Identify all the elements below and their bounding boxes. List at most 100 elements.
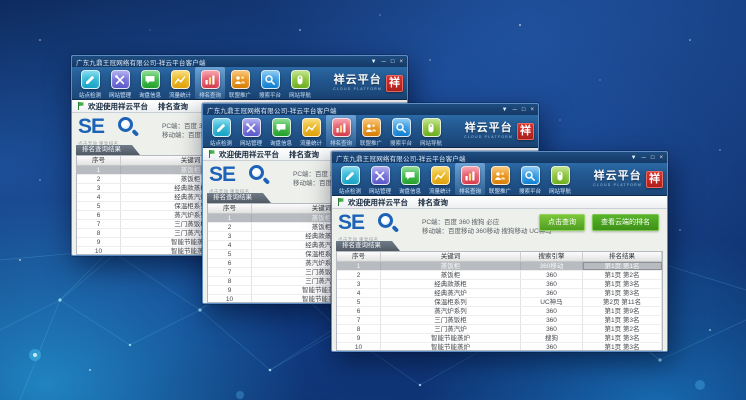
table-row[interactable]: 3 经典款蒸柜 360 第1页 第3名 bbox=[337, 280, 662, 289]
nav-search-platform[interactable]: 搜索平台 bbox=[255, 67, 285, 99]
seo-logo: SE 点击无效 重复排名 bbox=[338, 213, 416, 245]
col-header[interactable]: 关键词 bbox=[381, 252, 521, 261]
nav-site-nav[interactable]: 网站导航 bbox=[416, 115, 446, 147]
skin-button[interactable]: ▼ bbox=[631, 155, 637, 161]
nav-site-nav[interactable]: 网站导航 bbox=[285, 67, 315, 99]
nav-site-nav[interactable]: 网站导航 bbox=[545, 163, 575, 195]
table-row[interactable]: 8 三门蒸汽炉 360 第1页 第2名 bbox=[337, 325, 662, 334]
minimize-button[interactable]: ─ bbox=[382, 59, 386, 65]
brand-subtitle: CLOUD PLATFORM bbox=[464, 135, 513, 139]
nav-traffic[interactable]: 流量统计 bbox=[165, 67, 195, 99]
title-bar[interactable]: 广东九鼎王冠网络有限公司-祥云平台客户端 ▼ ─ □ × bbox=[72, 56, 407, 67]
cell-ranking: 第1页 第2名 bbox=[583, 271, 662, 279]
cell-index: 8 bbox=[77, 229, 121, 237]
cell-ranking: 第1页 第3名 bbox=[583, 334, 662, 342]
nav-ranking-active[interactable]: 排名查询 bbox=[455, 163, 485, 195]
cell-index: 10 bbox=[208, 295, 252, 303]
table-row[interactable]: 5 保温柜系列 UC神马 第2页 第11名 bbox=[337, 298, 662, 307]
table-row[interactable]: 1 蒸饭柜 360移动 第1页 第1名 bbox=[337, 262, 662, 271]
nav-promotion[interactable]: 联盟推广 bbox=[485, 163, 515, 195]
nav-inquiry[interactable]: 询盘信息 bbox=[266, 115, 296, 147]
results-tab[interactable]: 排名查询结果 bbox=[207, 193, 271, 203]
col-header[interactable]: 排名结果 bbox=[583, 252, 662, 261]
nav-label: 网站管理 bbox=[369, 186, 391, 194]
nav-traffic[interactable]: 流量统计 bbox=[296, 115, 326, 147]
brand-area: 祥云平台 CLOUD PLATFORM 祥 bbox=[464, 115, 538, 147]
title-bar[interactable]: 广东九鼎王冠网络有限公司-祥云平台客户端 ▼ ─ □ × bbox=[332, 152, 667, 163]
close-button[interactable]: × bbox=[659, 155, 663, 161]
cell-index: 8 bbox=[208, 277, 252, 285]
cloud-ranking-button[interactable]: 查看云端的排名 bbox=[592, 214, 659, 231]
nav-search-platform[interactable]: 搜索平台 bbox=[386, 115, 416, 147]
query-button[interactable]: 点击查询 bbox=[539, 214, 585, 231]
cell-engine: 360 bbox=[521, 343, 583, 351]
results-tab[interactable]: 排名查询结果 bbox=[76, 145, 140, 155]
line-chart-icon bbox=[431, 166, 450, 185]
table-row[interactable]: 6 蒸汽炉系列 360 第1页 第9名 bbox=[337, 307, 662, 316]
cell-index: 5 bbox=[208, 250, 252, 258]
table-header-row: 序号 关键词 搜索引擎 排名结果 bbox=[337, 252, 662, 262]
magnifier-logo-icon bbox=[118, 117, 137, 136]
mobile-engines: 移动端：百度移动 360移动 搜狗移动 UC神马 bbox=[422, 227, 552, 236]
nav-label: 联盟推广 bbox=[229, 90, 251, 98]
title-bar[interactable]: 广东九鼎王冠网络有限公司-祥云平台客户端 ▼ ─ □ × bbox=[203, 104, 538, 115]
close-button[interactable]: × bbox=[399, 59, 403, 65]
close-button[interactable]: × bbox=[530, 107, 534, 113]
skin-button[interactable]: ▼ bbox=[502, 107, 508, 113]
site-check-icon bbox=[212, 118, 231, 137]
nav-site-manage[interactable]: 网站管理 bbox=[105, 67, 135, 99]
nav-site-manage[interactable]: 网站管理 bbox=[236, 115, 266, 147]
table-row[interactable]: 2 蒸饭柜 360 第1页 第2名 bbox=[337, 271, 662, 280]
nav-site-check[interactable]: 站点检测 bbox=[75, 67, 105, 99]
maximize-button[interactable]: □ bbox=[651, 155, 655, 161]
nav-inquiry[interactable]: 询盘信息 bbox=[395, 163, 425, 195]
nav-promotion[interactable]: 联盟推广 bbox=[225, 67, 255, 99]
maximize-button[interactable]: □ bbox=[522, 107, 526, 113]
nav-promotion[interactable]: 联盟推广 bbox=[356, 115, 386, 147]
cell-index: 5 bbox=[77, 202, 121, 210]
nav-ranking-active[interactable]: 排名查询 bbox=[195, 67, 225, 99]
maximize-button[interactable]: □ bbox=[391, 59, 395, 65]
cell-ranking: 第1页 第9名 bbox=[583, 307, 662, 315]
table-row[interactable]: 7 三门蒸饭柜 360 第1页 第3名 bbox=[337, 316, 662, 325]
col-header[interactable]: 搜索引擎 bbox=[521, 252, 583, 261]
flag-icon bbox=[78, 102, 84, 110]
table-row[interactable]: 10 智能节能蒸炉 360 第1页 第3名 bbox=[337, 343, 662, 351]
cell-index: 6 bbox=[208, 259, 252, 267]
site-check-icon bbox=[341, 166, 360, 185]
table-row[interactable]: 4 经典蒸汽炉 360 第1页 第3名 bbox=[337, 289, 662, 298]
nav-label: 排名查询 bbox=[459, 186, 481, 194]
results-table: 序号 关键词 搜索引擎 排名结果 1 蒸饭柜 360移动 第1页 第1名 2 bbox=[336, 251, 663, 351]
nav-traffic[interactable]: 流量统计 bbox=[425, 163, 455, 195]
app-window[interactable]: 广东九鼎王冠网络有限公司-祥云平台客户端 ▼ ─ □ × 站点检测 网站管理 询… bbox=[331, 151, 668, 352]
brand-seal: 祥 bbox=[517, 123, 534, 140]
cell-ranking: 第1页 第3名 bbox=[583, 316, 662, 324]
bar-chart-icon bbox=[332, 118, 351, 137]
col-header[interactable]: 序号 bbox=[77, 156, 121, 165]
nav-search-platform[interactable]: 搜索平台 bbox=[515, 163, 545, 195]
nav-site-manage[interactable]: 网站管理 bbox=[365, 163, 395, 195]
cell-index: 2 bbox=[77, 175, 121, 183]
main-toolbar: 站点检测 网站管理 询盘信息 流量统计 排名查询 bbox=[332, 163, 667, 196]
minimize-button[interactable]: ─ bbox=[642, 155, 646, 161]
section-title: 排名查询 bbox=[418, 197, 448, 208]
window-controls: ▼ ─ □ × bbox=[502, 107, 534, 113]
skin-button[interactable]: ▼ bbox=[371, 59, 377, 65]
magnifier-icon bbox=[261, 70, 280, 89]
col-header[interactable]: 序号 bbox=[208, 204, 252, 213]
nav-site-check[interactable]: 站点检测 bbox=[206, 115, 236, 147]
nav-inquiry[interactable]: 询盘信息 bbox=[135, 67, 165, 99]
cell-index: 3 bbox=[77, 184, 121, 192]
col-header[interactable]: 序号 bbox=[337, 252, 381, 261]
nav-ranking-active[interactable]: 排名查询 bbox=[326, 115, 356, 147]
results-tab[interactable]: 排名查询结果 bbox=[336, 241, 400, 251]
minimize-button[interactable]: ─ bbox=[513, 107, 517, 113]
table-row[interactable]: 9 智能节能蒸炉 搜狗 第1页 第3名 bbox=[337, 334, 662, 343]
nav-label: 流量统计 bbox=[300, 138, 322, 146]
cell-engine: UC神马 bbox=[521, 298, 583, 306]
cell-keyword: 蒸饭柜 bbox=[381, 262, 521, 270]
nav-label: 站点检测 bbox=[339, 186, 361, 194]
nav-site-check[interactable]: 站点检测 bbox=[335, 163, 365, 195]
brand-subtitle: CLOUD PLATFORM bbox=[333, 87, 382, 91]
nav-label: 网站管理 bbox=[240, 138, 262, 146]
